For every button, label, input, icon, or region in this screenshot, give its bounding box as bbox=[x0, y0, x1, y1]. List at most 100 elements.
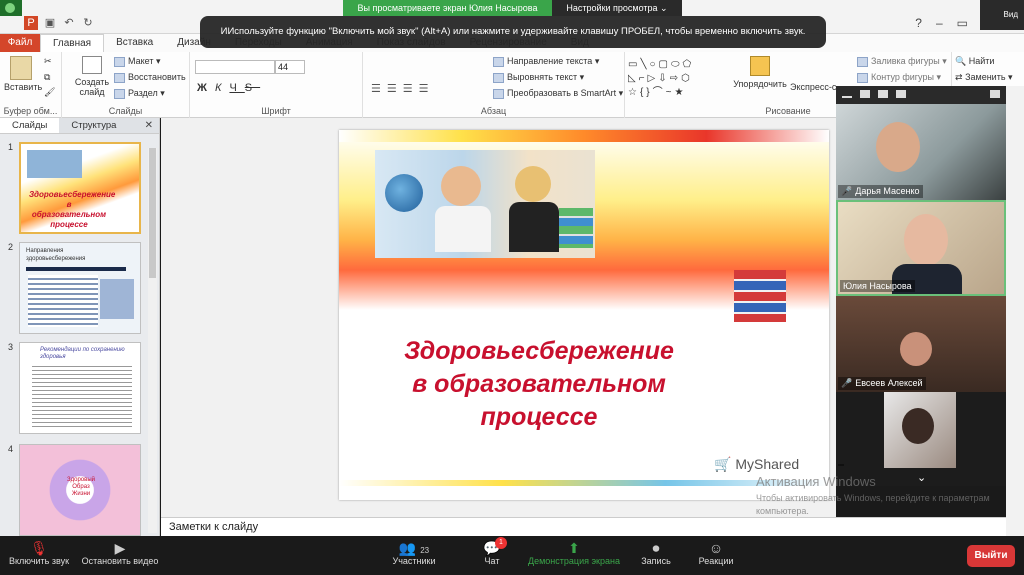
help-icon[interactable]: ? bbox=[915, 16, 922, 30]
tab-outline[interactable]: Структура bbox=[59, 118, 128, 133]
paste-icon bbox=[10, 56, 32, 80]
redo-icon[interactable]: ↻ bbox=[81, 16, 95, 30]
underline-button[interactable]: Ч bbox=[229, 82, 244, 94]
stop-video-button[interactable]: ▶ Остановить видео bbox=[78, 540, 162, 566]
slide-notes-field[interactable]: Заметки к слайду bbox=[161, 517, 1006, 536]
font-size-input[interactable]: 44 bbox=[275, 60, 305, 74]
paste-button[interactable]: Вставить bbox=[4, 56, 42, 92]
chat-badge: 1 bbox=[495, 537, 507, 549]
strip-view-icon[interactable] bbox=[878, 90, 888, 98]
cut-icon[interactable]: ✂ bbox=[44, 56, 52, 67]
italic-button[interactable]: К bbox=[215, 82, 229, 94]
clipboard-group: Вставить ✂ ⧉ 🖌 Буфер обм... bbox=[0, 52, 62, 118]
participant-tile[interactable] bbox=[836, 392, 1006, 468]
camera-icon: ▶ bbox=[114, 540, 126, 556]
participant-name bbox=[838, 464, 844, 466]
thumb-title: Здоровьесбережение в образовательном про… bbox=[29, 190, 116, 229]
unmute-button[interactable]: 🎙 Включить звук bbox=[6, 540, 72, 566]
align-text-button[interactable]: Выровнять текст ▾ bbox=[493, 72, 584, 83]
close-pane-icon[interactable]: ✕ bbox=[145, 120, 153, 131]
tab-file[interactable]: Файл bbox=[0, 34, 40, 52]
undo-icon[interactable]: ↶ bbox=[62, 16, 76, 30]
participant-tile[interactable]: 🎤 Дарья Масенко bbox=[836, 104, 1006, 200]
arrange-button[interactable]: Упорядочить bbox=[732, 56, 788, 89]
view-button[interactable]: Вид bbox=[980, 0, 1024, 30]
powerpoint-icon: P bbox=[24, 16, 38, 30]
view-settings-button[interactable]: Настройки просмотра ⌄ bbox=[552, 0, 682, 16]
slides-group: Создать слайд Макет ▾ Восстановить Разде… bbox=[62, 52, 190, 118]
share-screen-button[interactable]: ⬆ Демонстрация экрана bbox=[524, 540, 624, 566]
gallery-view-icon[interactable] bbox=[896, 90, 906, 98]
font-name-input[interactable] bbox=[195, 60, 275, 74]
strike-button[interactable]: S bbox=[245, 82, 260, 94]
arrange-label: Упорядочить bbox=[733, 79, 787, 89]
title-line-2: в образовательном bbox=[412, 370, 666, 398]
slide-photo bbox=[375, 150, 595, 258]
bold-button[interactable]: Ж bbox=[197, 82, 215, 94]
tab-home[interactable]: Главная bbox=[40, 34, 105, 52]
participants-label: Участники bbox=[392, 556, 436, 566]
girl-figure bbox=[515, 166, 551, 202]
find-button[interactable]: 🔍 Найти bbox=[955, 56, 994, 67]
participants-button[interactable]: 👥 23 Участники bbox=[386, 540, 442, 566]
record-label: Запись bbox=[641, 556, 671, 566]
security-shield-icon[interactable] bbox=[0, 0, 22, 16]
current-slide[interactable]: Здоровьесбережение в образовательном про… bbox=[339, 130, 829, 500]
participant-name: Юлия Насырова bbox=[840, 280, 915, 292]
tab-slides[interactable]: Слайды bbox=[0, 118, 60, 133]
scrollbar-thumb[interactable] bbox=[149, 148, 156, 278]
new-slide-button[interactable]: Создать слайд bbox=[74, 56, 110, 97]
boy-body bbox=[435, 206, 491, 252]
minimize-icon[interactable]: – bbox=[936, 16, 943, 30]
brand-text: MyShared bbox=[735, 456, 800, 472]
format-painter-icon[interactable]: 🖌 bbox=[44, 87, 55, 98]
slide-thumbnail[interactable]: Направления здоровьесбережения bbox=[19, 242, 141, 334]
record-button[interactable]: ⏺ Запись bbox=[636, 540, 676, 566]
align-buttons[interactable]: ☰☰☰☰ bbox=[371, 82, 434, 95]
minimize-panel-icon[interactable] bbox=[842, 96, 852, 98]
maximize-icon[interactable]: ▭ bbox=[957, 16, 968, 30]
shape-outline-button[interactable]: Контур фигуры ▾ bbox=[857, 72, 941, 83]
slide-title[interactable]: Здоровьесбережение в образовательном про… bbox=[369, 335, 709, 434]
popout-icon[interactable] bbox=[990, 90, 1000, 98]
text-direction-button[interactable]: Направление текста ▾ bbox=[493, 56, 599, 67]
participant-tile[interactable]: 🎤 Евсеев Алексей bbox=[836, 296, 1006, 392]
slide-thumbnail[interactable]: Здоровьесбережение в образовательном про… bbox=[19, 142, 141, 234]
thumb-lines bbox=[28, 275, 98, 327]
myshared-logo: 🛒 MyShared bbox=[714, 456, 799, 473]
copy-icon[interactable]: ⧉ bbox=[44, 72, 50, 83]
section-button[interactable]: Раздел ▾ bbox=[114, 88, 165, 99]
layout-button[interactable]: Макет ▾ bbox=[114, 56, 161, 67]
reset-button[interactable]: Восстановить bbox=[114, 72, 186, 83]
slides-scrollbar[interactable] bbox=[148, 148, 157, 533]
smartart-button[interactable]: Преобразовать в SmartArt ▾ bbox=[493, 88, 623, 99]
muted-mic-icon: 🎤 bbox=[841, 378, 853, 388]
slide-thumbnail[interactable]: Здоровый Образ Жизни bbox=[19, 444, 141, 536]
view-label: Вид bbox=[1003, 10, 1018, 19]
text-direction-label: Направление текста bbox=[507, 56, 593, 66]
replace-button[interactable]: ⇄ Заменить ▾ bbox=[955, 72, 1013, 83]
save-icon[interactable]: ▣ bbox=[43, 16, 57, 30]
new-slide-icon bbox=[82, 56, 102, 74]
shape-fill-button[interactable]: Заливка фигуры ▾ bbox=[857, 56, 947, 67]
speaker-view-icon[interactable] bbox=[860, 90, 870, 98]
smartart-icon bbox=[493, 88, 504, 99]
slide-number: 3 bbox=[8, 342, 14, 352]
slide-thumbnail[interactable]: Рекомендации по сохранению здоровья bbox=[19, 342, 141, 434]
thumb-lines bbox=[32, 363, 132, 427]
participant-face bbox=[900, 332, 932, 366]
zoom-window: P ▣ ↶ ↻ Вы просматриваете экран Юлия Нас… bbox=[0, 0, 1024, 575]
shape-outline-label: Контур фигуры bbox=[871, 72, 934, 82]
clipboard-group-title: Буфер обм... bbox=[3, 106, 58, 116]
leave-button[interactable]: Выйти bbox=[967, 545, 1015, 567]
title-line-1: Здоровьесбережение bbox=[404, 337, 674, 365]
stop-video-label: Остановить видео bbox=[81, 556, 159, 566]
right-scrollbar[interactable] bbox=[1006, 86, 1024, 536]
slides-group-title: Слайды bbox=[108, 106, 143, 116]
replace-label: Заменить bbox=[965, 72, 1006, 82]
font-group-title: Шрифт bbox=[261, 106, 291, 116]
participant-tile-active[interactable]: Юлия Насырова bbox=[836, 200, 1006, 296]
tab-insert[interactable]: Вставка bbox=[104, 34, 165, 52]
reactions-button[interactable]: ☺ Реакции bbox=[694, 540, 738, 566]
collapse-panel-icon[interactable]: ⌄ bbox=[917, 471, 926, 484]
